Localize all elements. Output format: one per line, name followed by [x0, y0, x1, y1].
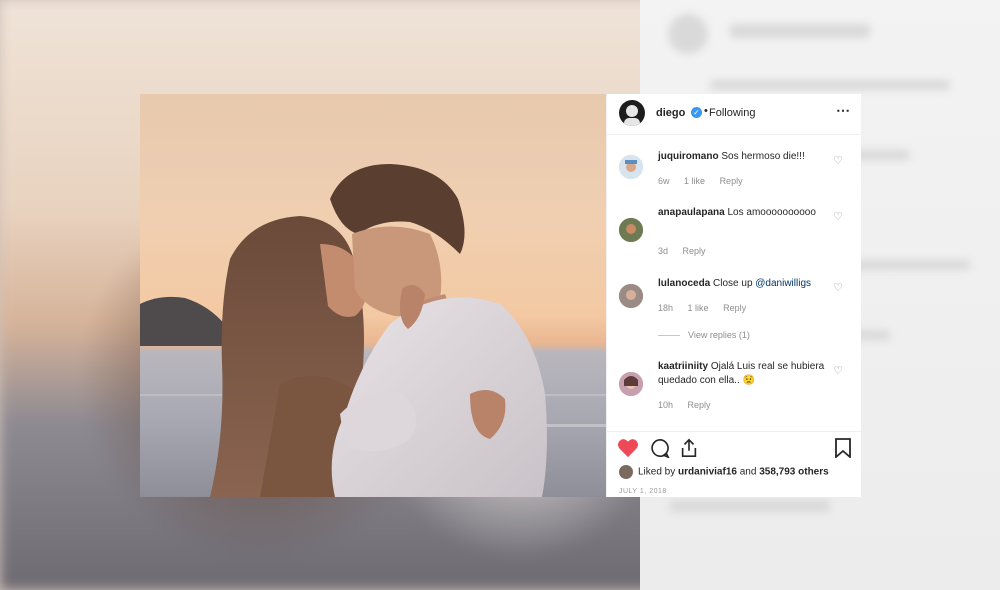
post-date: JULY 1, 2018	[619, 488, 667, 495]
commenter-username[interactable]: lulanoceda	[658, 278, 710, 289]
more-icon[interactable]: ⋯	[836, 102, 851, 119]
comment-text: lulanoceda Close up @daniwilligs	[658, 277, 826, 291]
view-replies-link[interactable]: View replies (1)	[658, 330, 750, 340]
island-silhouette	[140, 296, 232, 346]
comment-like-icon[interactable]: ♡	[833, 154, 843, 167]
liker-username[interactable]: urdaniviaf16	[678, 467, 737, 478]
following-button[interactable]: Following	[709, 107, 755, 119]
reply-link[interactable]: Reply	[720, 176, 743, 186]
likes-others[interactable]: 358,793 others	[759, 467, 829, 478]
comment-text: kaatriiniity Ojalá Luis real se hubiera …	[658, 360, 826, 388]
comment-text: juquiromano Sos hermoso die!!!	[658, 150, 826, 164]
comment-meta: 18h 1 like Reply	[658, 303, 758, 313]
post-header: diego ✓ • Following ⋯	[607, 94, 861, 135]
share-icon[interactable]	[679, 438, 699, 458]
comment-time: 18h	[658, 303, 674, 313]
comment-item: lulanoceda Close up @daniwilligs ♡ 18h 1…	[607, 276, 861, 346]
commenter-username[interactable]: juquiromano	[658, 151, 719, 162]
comment-meta: 3d Reply	[658, 246, 718, 256]
bookmark-icon[interactable]	[835, 438, 851, 458]
post-actions-bar	[607, 431, 861, 460]
comment-time: 3d	[658, 246, 669, 256]
likes-joiner: and	[739, 466, 757, 478]
view-replies-label[interactable]: View replies (1)	[688, 330, 750, 340]
commenter-avatar[interactable]	[619, 372, 643, 396]
commenter-username[interactable]: anapaulapana	[658, 207, 725, 218]
separator-dot: •	[704, 105, 708, 117]
comment-meta: 6w 1 like Reply	[658, 176, 755, 186]
reply-link[interactable]: Reply	[688, 400, 711, 410]
comment-item: anapaulapana Los amoooooooooo ♡ 3d Reply	[607, 206, 861, 264]
post-side-panel: diego ✓ • Following ⋯ juquiromano Sos he…	[606, 94, 861, 497]
emoji: 😟	[742, 375, 755, 386]
comment-like-icon[interactable]: ♡	[833, 281, 843, 294]
comment-text: anapaulapana Los amoooooooooo	[658, 206, 826, 220]
likes-summary: Liked by urdaniviaf16 and 358,793 others	[619, 465, 829, 479]
comment-body: Close up	[713, 278, 753, 289]
verified-icon: ✓	[691, 107, 702, 118]
commenter-avatar[interactable]	[619, 218, 643, 242]
comment-item: juquiromano Sos hermoso die!!! ♡ 6w 1 li…	[607, 146, 861, 196]
heart-icon[interactable]	[617, 438, 639, 458]
commenter-avatar[interactable]	[619, 284, 643, 308]
author-username[interactable]: diego	[656, 107, 685, 119]
comment-body: Los amoooooooooo	[727, 207, 816, 218]
mention-link[interactable]: @daniwilligs	[755, 278, 811, 289]
reply-link[interactable]: Reply	[723, 303, 746, 313]
author-avatar[interactable]	[619, 100, 645, 126]
post-photo	[140, 94, 606, 497]
replies-divider-line	[658, 335, 680, 337]
comment-like-icon[interactable]: ♡	[833, 210, 843, 223]
comment-time: 6w	[658, 176, 670, 186]
comment-icon[interactable]	[649, 438, 671, 458]
commenter-avatar[interactable]	[619, 155, 643, 179]
comment-body: Sos hermoso die!!!	[721, 151, 805, 162]
reply-link[interactable]: Reply	[683, 246, 706, 256]
comment-meta: 10h Reply	[658, 400, 723, 410]
comment-item: kaatriiniity Ojalá Luis real se hubiera …	[607, 360, 861, 418]
liker-avatar[interactable]	[619, 465, 633, 479]
comment-like-icon[interactable]: ♡	[833, 364, 843, 377]
comment-time: 10h	[658, 400, 674, 410]
couple-kissing-illustration	[140, 164, 606, 497]
comment-likes[interactable]: 1 like	[684, 176, 705, 186]
commenter-username[interactable]: kaatriiniity	[658, 361, 708, 372]
liked-by-label: Liked by	[638, 466, 676, 478]
comment-likes[interactable]: 1 like	[688, 303, 709, 313]
